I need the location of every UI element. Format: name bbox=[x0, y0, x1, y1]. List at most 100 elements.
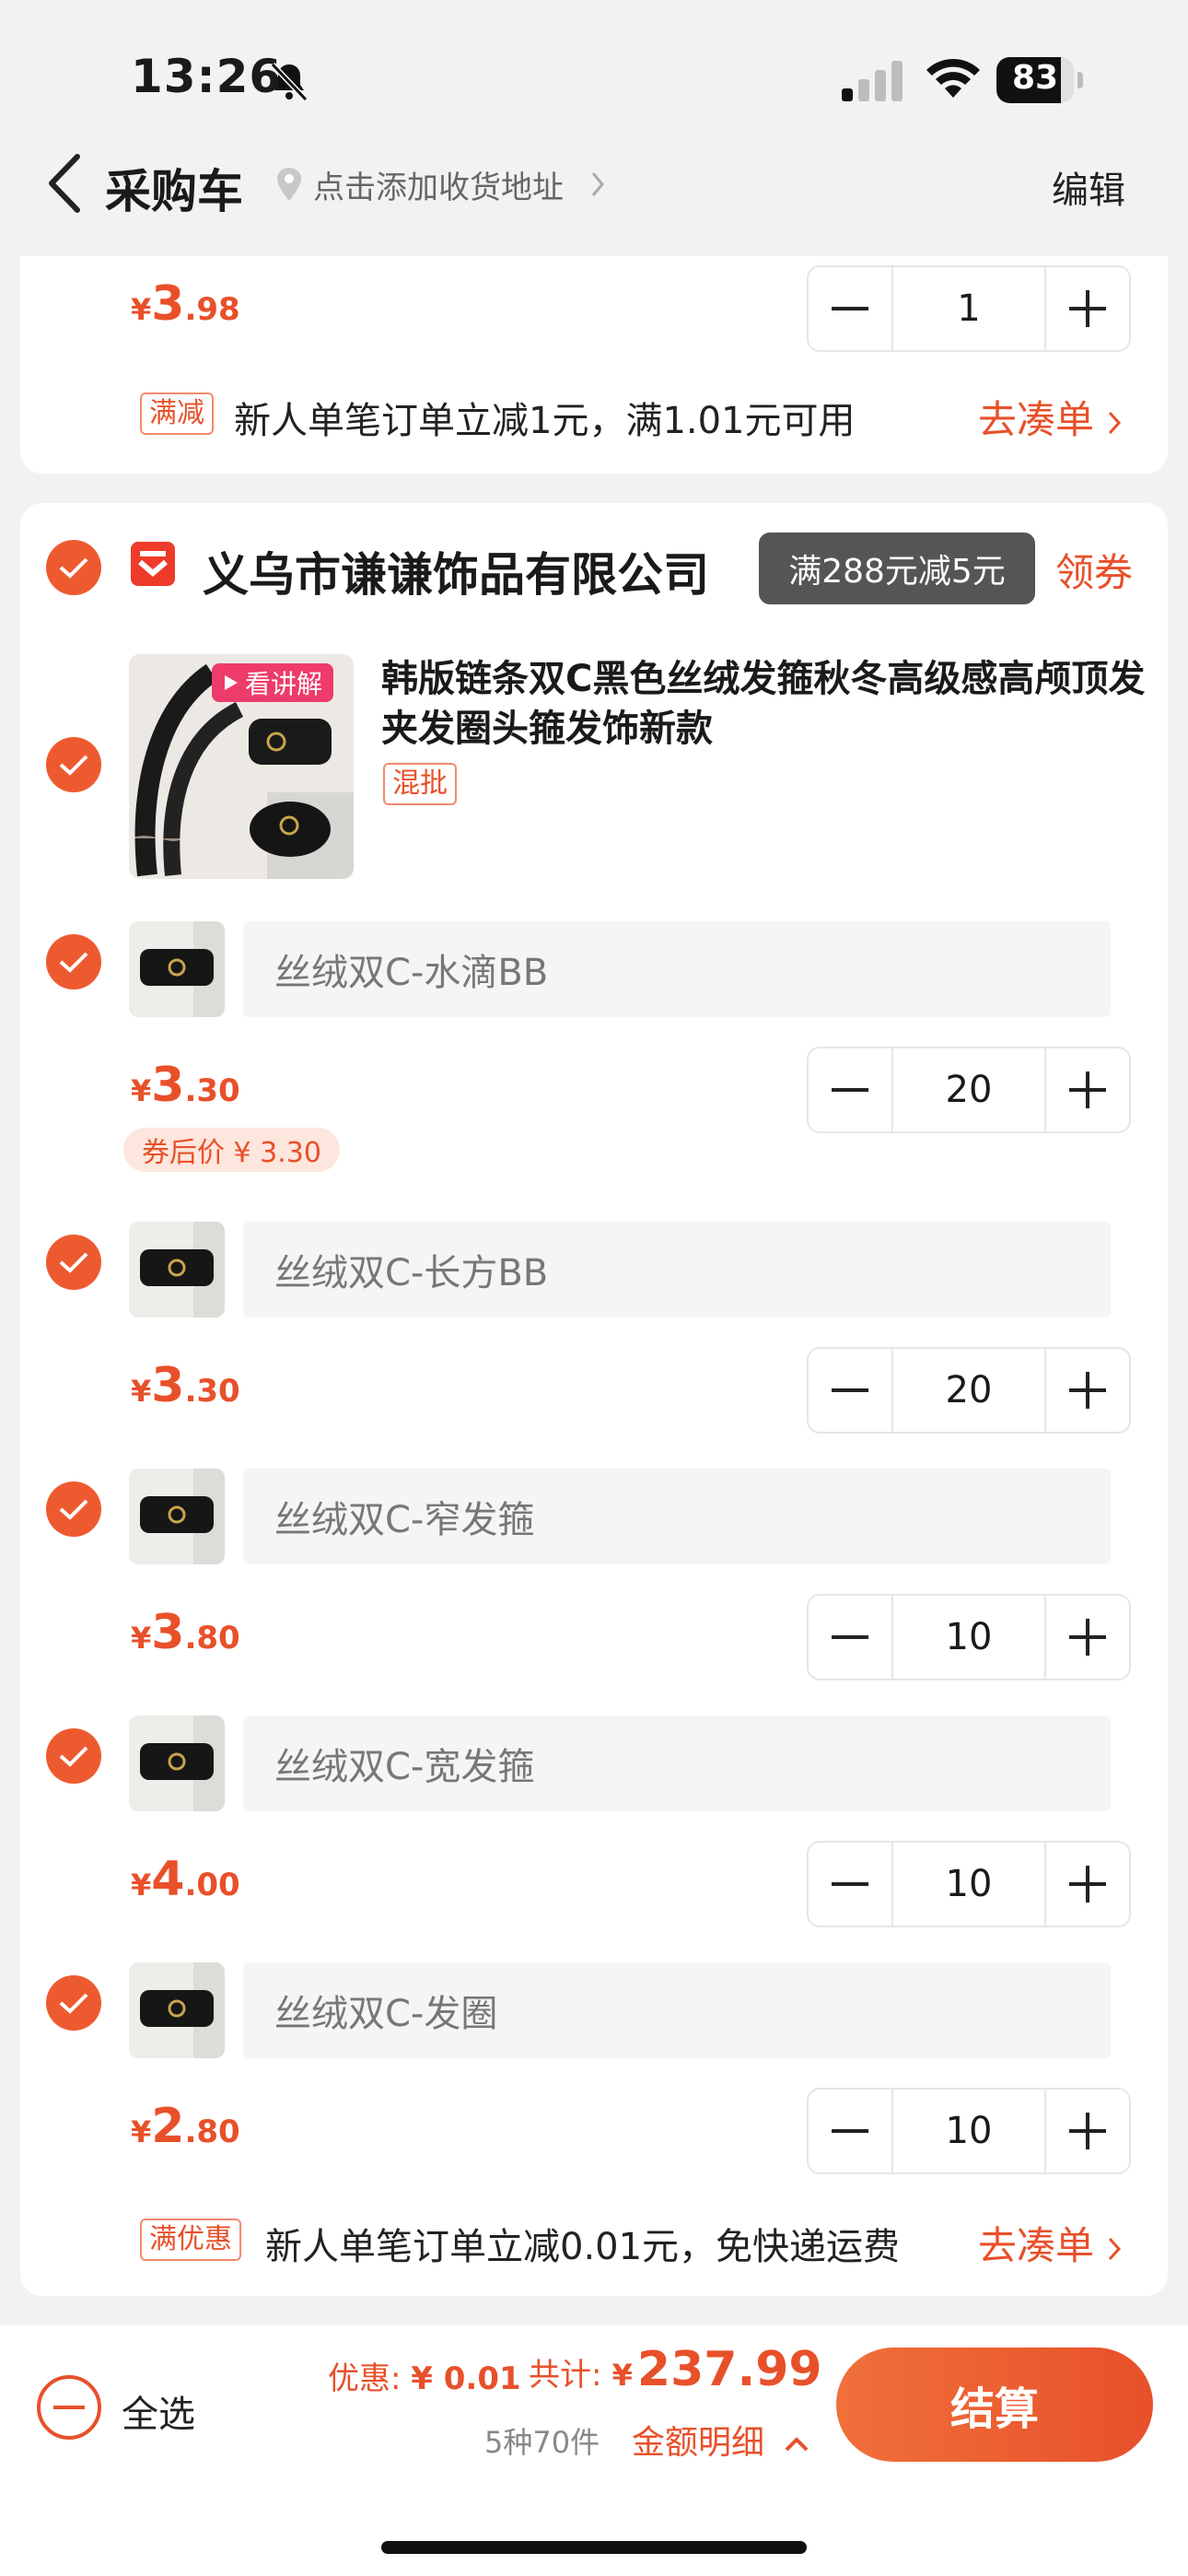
plus-icon bbox=[1069, 290, 1106, 327]
address-link[interactable]: 点击添加收货地址 bbox=[313, 162, 564, 207]
quantity-input[interactable]: 20 bbox=[893, 1347, 1044, 1434]
store-card: 义乌市谦谦饰品有限公司 满288元减5元 领券 看讲解 韩版链条双C黑色丝绒发箍… bbox=[20, 503, 1168, 2296]
minus-icon bbox=[832, 307, 868, 310]
minus-button[interactable] bbox=[807, 1594, 893, 1680]
quantity-input[interactable]: 20 bbox=[893, 1047, 1044, 1133]
minus-button[interactable] bbox=[807, 1841, 893, 1927]
back-icon[interactable] bbox=[44, 151, 85, 216]
product-checkbox[interactable] bbox=[46, 737, 101, 792]
status-bar: 13:26 83 bbox=[0, 0, 1188, 147]
minus-button[interactable] bbox=[807, 2088, 893, 2174]
page-title: 采购车 bbox=[105, 165, 243, 218]
check-icon bbox=[59, 1252, 88, 1273]
after-coupon-price: 券后价 ¥ 3.30 bbox=[123, 1128, 340, 1172]
check-icon bbox=[59, 952, 88, 973]
sku-checkbox[interactable] bbox=[46, 1728, 101, 1784]
minus-button[interactable] bbox=[807, 1347, 893, 1434]
quantity-input[interactable]: 10 bbox=[893, 1594, 1044, 1680]
coupon-button[interactable]: 领券 bbox=[1055, 542, 1133, 598]
discount-line: 优惠: ¥ 0.01 bbox=[328, 2353, 521, 2398]
bell-muted-icon bbox=[270, 62, 309, 102]
quantity-input[interactable]: 1 bbox=[893, 265, 1044, 352]
plus-button[interactable] bbox=[1044, 1841, 1131, 1927]
discount-value: ¥ 0.01 bbox=[411, 2360, 521, 2397]
plus-button[interactable] bbox=[1044, 265, 1131, 352]
sku-price: ¥3.80 bbox=[131, 1605, 240, 1660]
total-value: 237.99 bbox=[636, 2342, 822, 2397]
play-icon bbox=[225, 675, 238, 690]
edit-button[interactable]: 编辑 bbox=[1052, 160, 1125, 214]
quantity-stepper[interactable]: 20 bbox=[807, 1347, 1131, 1434]
check-icon bbox=[59, 1499, 88, 1520]
signal-icon bbox=[842, 61, 903, 101]
video-badge[interactable]: 看讲解 bbox=[212, 663, 334, 702]
discount-label: 优惠: bbox=[328, 2360, 402, 2397]
minus-icon bbox=[53, 2406, 85, 2409]
plus-button[interactable] bbox=[1044, 1047, 1131, 1133]
store-name[interactable]: 义乌市谦谦饰品有限公司 bbox=[203, 538, 709, 604]
battery-level: 83 bbox=[1011, 59, 1059, 97]
add-on-link[interactable]: 去凑单 bbox=[978, 389, 1122, 445]
quantity-stepper[interactable]: 10 bbox=[807, 2088, 1131, 2174]
sku-thumbnail[interactable] bbox=[129, 1962, 225, 2058]
sku-checkbox[interactable] bbox=[46, 934, 101, 989]
amount-detail-link[interactable]: 金额明细 bbox=[632, 2416, 809, 2464]
item-price: ¥3.98 bbox=[131, 276, 240, 332]
chevron-right-icon bbox=[1108, 411, 1122, 434]
mixed-wholesale-tag: 混批 bbox=[383, 763, 457, 805]
sku-photo bbox=[129, 1962, 225, 2058]
sku-checkbox[interactable] bbox=[46, 1481, 101, 1537]
sku-name[interactable]: 丝绒双C-水滴BB bbox=[243, 921, 1111, 1017]
total-currency: ¥ bbox=[611, 2358, 633, 2393]
plus-icon bbox=[1069, 1071, 1106, 1108]
sku-checkbox[interactable] bbox=[46, 1235, 101, 1290]
quantity-input[interactable]: 10 bbox=[893, 2088, 1044, 2174]
quantity-stepper[interactable]: 20 bbox=[807, 1047, 1131, 1133]
quantity-stepper[interactable]: 1 bbox=[807, 265, 1131, 352]
store-icon bbox=[131, 542, 175, 586]
plus-icon bbox=[1069, 1372, 1106, 1409]
sku-thumbnail[interactable] bbox=[129, 921, 225, 1017]
product-image[interactable]: 看讲解 bbox=[129, 654, 354, 879]
sku-thumbnail[interactable] bbox=[129, 1222, 225, 1317]
promo-tag: 满优惠 bbox=[140, 2219, 241, 2261]
store-checkbox[interactable] bbox=[46, 540, 101, 595]
minus-button[interactable] bbox=[807, 265, 893, 352]
sku-photo bbox=[129, 1715, 225, 1811]
check-icon bbox=[59, 1746, 88, 1767]
select-all-label[interactable]: 全选 bbox=[122, 2384, 195, 2438]
sku-name[interactable]: 丝绒双C-窄发箍 bbox=[243, 1469, 1111, 1564]
sku-price: ¥3.30 bbox=[131, 1058, 240, 1113]
chevron-right-icon bbox=[1108, 2237, 1122, 2260]
check-icon bbox=[59, 1993, 88, 2014]
sku-thumbnail[interactable] bbox=[129, 1469, 225, 1564]
minus-button[interactable] bbox=[807, 1047, 893, 1133]
plus-button[interactable] bbox=[1044, 2088, 1131, 2174]
location-pin-icon[interactable] bbox=[274, 166, 304, 203]
promo-text: 新人单笔订单立减1元，满1.01元可用 bbox=[234, 400, 856, 442]
add-on-link[interactable]: 去凑单 bbox=[978, 2215, 1122, 2271]
quantity-stepper[interactable]: 10 bbox=[807, 1841, 1131, 1927]
product-title[interactable]: 韩版链条双C黑色丝绒发箍秋冬高级感高颅顶发夹发圈头箍发饰新款 bbox=[381, 654, 1157, 754]
sku-thumbnail[interactable] bbox=[129, 1715, 225, 1811]
minus-icon bbox=[832, 1388, 868, 1392]
plus-button[interactable] bbox=[1044, 1594, 1131, 1680]
promo-text: 新人单笔订单立减0.01元，免快递运费 bbox=[265, 2226, 901, 2268]
promo-tooltip: 满288元减5元 bbox=[759, 533, 1035, 604]
nav-bar: 采购车 点击添加收货地址 编辑 bbox=[0, 138, 1188, 249]
home-indicator bbox=[381, 2541, 807, 2554]
item-count: 5种70件 bbox=[484, 2425, 600, 2460]
check-icon bbox=[59, 755, 88, 776]
sku-checkbox[interactable] bbox=[46, 1975, 101, 2031]
total-label: 共计: bbox=[529, 2357, 602, 2394]
sku-name[interactable]: 丝绒双C-长方BB bbox=[243, 1222, 1111, 1317]
plus-button[interactable] bbox=[1044, 1347, 1131, 1434]
sku-name[interactable]: 丝绒双C-宽发箍 bbox=[243, 1715, 1111, 1811]
sku-name[interactable]: 丝绒双C-发圈 bbox=[243, 1962, 1111, 2058]
battery-indicator: 83 bbox=[996, 57, 1085, 103]
quantity-input[interactable]: 10 bbox=[893, 1841, 1044, 1927]
checkout-button[interactable]: 结算 bbox=[836, 2348, 1153, 2462]
quantity-stepper[interactable]: 10 bbox=[807, 1594, 1131, 1680]
select-all-checkbox[interactable] bbox=[37, 2375, 101, 2440]
total-line: 共计: ¥ 237.99 bbox=[529, 2342, 822, 2397]
